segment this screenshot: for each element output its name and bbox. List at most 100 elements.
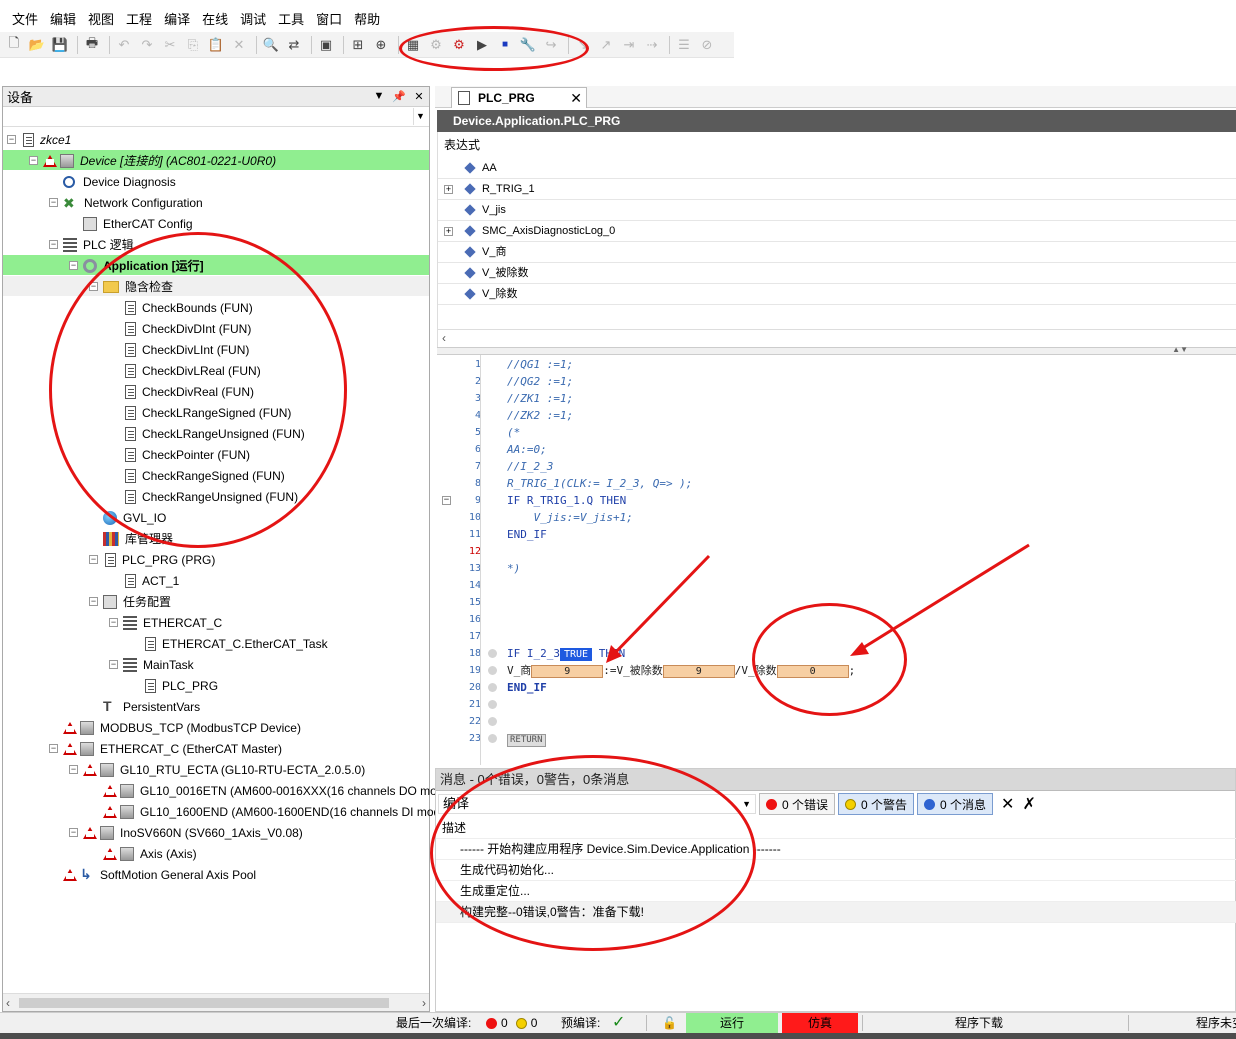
code-line[interactable]: 5 (* <box>437 424 1236 441</box>
warnings-filter-button[interactable]: 0 个警告 <box>838 793 915 815</box>
tree-item[interactable]: MODBUS_TCP (ModbusTCP Device) <box>63 717 301 738</box>
tree-expander[interactable]: − <box>109 660 118 669</box>
tree-item[interactable]: EtherCAT Config <box>83 213 193 234</box>
menu-item[interactable]: 编辑 <box>44 9 82 31</box>
code-line[interactable]: 12 <box>437 543 1236 560</box>
show-call-stack-icon[interactable]: ☰ <box>674 35 694 55</box>
code-line[interactable]: 14 <box>437 577 1236 594</box>
tree-item[interactable]: Device [连接的] (AC801-0221-U0R0) <box>43 150 276 171</box>
print-icon[interactable]: 🖶 <box>82 35 102 55</box>
pin-icon[interactable]: 📌 <box>389 90 409 103</box>
messages-filter-button[interactable]: 0 个消息 <box>917 793 994 815</box>
code-line[interactable]: 6 AA:=0; <box>437 441 1236 458</box>
menu-item[interactable]: 调试 <box>234 9 272 31</box>
tree-expander[interactable]: − <box>69 828 78 837</box>
close-tab-icon[interactable]: ✕ <box>570 90 582 107</box>
menu-item[interactable]: 文件 <box>6 9 44 31</box>
collapse-up-icon[interactable]: ▲▼ <box>1172 345 1188 354</box>
expand-icon[interactable]: + <box>444 185 453 194</box>
tree-item[interactable]: MainTask <box>123 654 194 675</box>
run-to-cursor-icon[interactable]: ⇥ <box>619 35 639 55</box>
tree-expander[interactable]: − <box>49 744 58 753</box>
lock-icon[interactable]: 🔓 <box>662 1013 677 1033</box>
code-line[interactable]: 2 //QG2 :=1; <box>437 373 1236 390</box>
menu-item[interactable]: 在线 <box>196 9 234 31</box>
clear-all-icon[interactable]: ✗ <box>1022 794 1035 814</box>
tree-expander[interactable]: − <box>7 135 16 144</box>
code-line[interactable]: 23 RETURN <box>437 730 1236 747</box>
menu-item[interactable]: 帮助 <box>348 9 386 31</box>
menu-item[interactable]: 窗口 <box>310 9 348 31</box>
open-folder-icon[interactable]: 📂 <box>27 35 47 55</box>
watch-row[interactable]: V_jis <box>438 200 1236 221</box>
tree-item[interactable]: ETHERCAT_C (EtherCAT Master) <box>63 738 282 759</box>
tree-item[interactable]: Device Diagnosis <box>63 171 176 192</box>
tree-expander[interactable]: − <box>109 618 118 627</box>
scroll-left-icon[interactable]: ‹ <box>442 331 446 345</box>
project-selector[interactable]: ▼ <box>3 107 429 127</box>
breakpoint-gutter-icon[interactable] <box>488 683 497 692</box>
watch-row[interactable]: V_被除数 <box>438 263 1236 284</box>
breakpoint-gutter-icon[interactable] <box>488 734 497 743</box>
save-icon[interactable]: 💾 <box>50 35 70 55</box>
breakpoint-gutter-icon[interactable] <box>488 700 497 709</box>
code-line[interactable]: 7 //I_2_3 <box>437 458 1236 475</box>
watch-row[interactable]: V_除数 <box>438 284 1236 305</box>
tree-expander[interactable]: − <box>49 240 58 249</box>
code-line[interactable]: 3 //ZK1 :=1; <box>437 390 1236 407</box>
close-icon[interactable]: ✕ <box>409 90 429 103</box>
tree-item[interactable]: InoSV660N (SV660_1Axis_V0.08) <box>83 822 303 843</box>
scrollbar-thumb[interactable] <box>19 998 389 1008</box>
editor-splitter[interactable]: ▲▼ <box>437 345 1236 355</box>
code-line[interactable]: 8 R_TRIG_1(CLK:= I_2_3, Q=> ); <box>437 475 1236 492</box>
watch-row[interactable]: V_商 <box>438 242 1236 263</box>
watch-row[interactable]: + SMC_AxisDiagnosticLog_0 <box>438 221 1236 242</box>
step-out-icon[interactable]: ↗ <box>596 35 616 55</box>
new-file-icon[interactable]: 🗋 <box>4 35 24 55</box>
code-line[interactable]: 13 *) <box>437 560 1236 577</box>
tree-expander[interactable]: − <box>49 198 58 207</box>
tab-plc-prg[interactable]: PLC_PRG ✕ <box>451 87 587 108</box>
paste-icon[interactable]: 📋 <box>206 35 226 55</box>
tree-expander[interactable]: − <box>29 156 38 165</box>
watch-row[interactable]: AA <box>438 158 1236 179</box>
tree-item[interactable]: PLC_PRG (PRG) <box>103 549 215 570</box>
code-line[interactable]: 9− IF R_TRIG_1.Q THEN <box>437 492 1236 509</box>
code-line[interactable]: 4 //ZK2 :=1; <box>437 407 1236 424</box>
force-values-icon[interactable]: ⊘ <box>697 35 717 55</box>
horizontal-scrollbar[interactable]: ‹ › <box>3 993 429 1011</box>
watch-horizontal-scrollbar[interactable]: ‹ <box>438 329 1236 347</box>
tree-item[interactable]: 任务配置 <box>103 591 171 612</box>
tree-item[interactable]: ETHERCAT_C <box>123 612 222 633</box>
tree-item[interactable]: GL10_RTU_ECTA (GL10-RTU-ECTA_2.0.5.0) <box>83 759 365 780</box>
find-icon[interactable]: 🔍 <box>261 35 281 55</box>
tree-item[interactable]: GL10_1600END (AM600-1600END(16 channels … <box>103 801 464 822</box>
cut-icon[interactable]: ✂ <box>160 35 180 55</box>
scroll-left-icon[interactable]: ‹ <box>6 996 10 1010</box>
breakpoint-gutter-icon[interactable] <box>488 649 497 658</box>
tree-expander[interactable]: − <box>69 765 78 774</box>
tree-item[interactable]: ✖ Network Configuration <box>63 192 203 213</box>
breakpoint-gutter-icon[interactable] <box>488 717 497 726</box>
delete-icon[interactable]: ✕ <box>229 35 249 55</box>
tree-expander[interactable]: − <box>69 261 78 270</box>
menu-item[interactable]: 视图 <box>82 9 120 31</box>
tree-expander[interactable]: − <box>89 597 98 606</box>
pane-dropdown-icon[interactable]: ▼ <box>369 90 389 103</box>
redo-icon[interactable]: ↷ <box>137 35 157 55</box>
errors-filter-button[interactable]: 0 个错误 <box>759 793 836 815</box>
watch-row[interactable]: + R_TRIG_1 <box>438 179 1236 200</box>
add-object-icon[interactable]: ⊕ <box>371 35 391 55</box>
code-line[interactable]: 1 //QG1 :=1; <box>437 356 1236 373</box>
expand-icon[interactable]: + <box>444 227 453 236</box>
tree-item[interactable]: T PersistentVars <box>103 696 200 717</box>
scroll-right-icon[interactable]: › <box>422 996 426 1010</box>
clear-icon[interactable]: ✕ <box>1001 794 1014 814</box>
copy-icon[interactable]: ⎘ <box>183 35 203 55</box>
set-next-icon[interactable]: ⇢ <box>642 35 662 55</box>
breakpoint-gutter-icon[interactable] <box>488 666 497 675</box>
tree-item[interactable]: GL10_0016ETN (AM600-0016XXX(16 channels … <box>103 780 468 801</box>
tree-item[interactable]: zkce1 <box>21 129 71 150</box>
menu-item[interactable]: 编译 <box>158 9 196 31</box>
menu-item[interactable]: 工程 <box>120 9 158 31</box>
